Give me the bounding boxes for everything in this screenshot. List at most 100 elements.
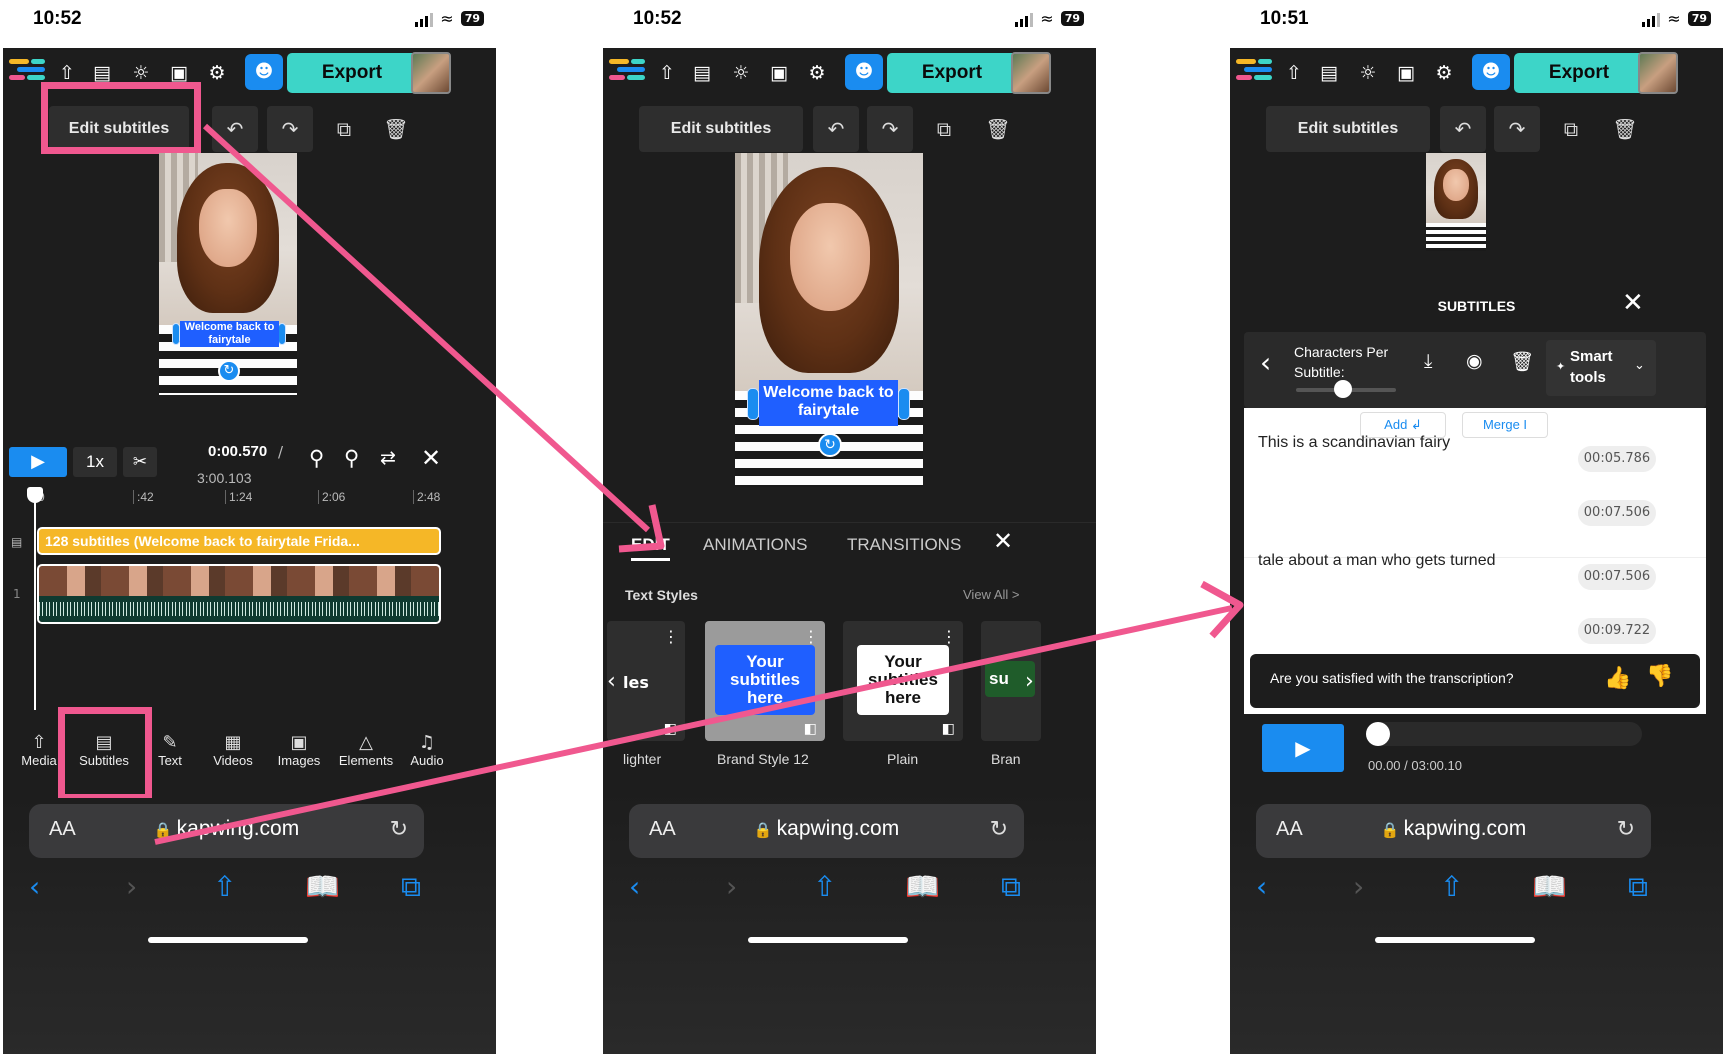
export-button[interactable]: Export	[1514, 53, 1644, 93]
avatar[interactable]	[1011, 52, 1051, 94]
text-tool[interactable]: ✎ Text	[145, 732, 195, 768]
share-icon[interactable]: ⇧	[213, 870, 236, 903]
undo-icon[interactable]: ↶	[1440, 106, 1486, 152]
forward-icon[interactable]: ›	[1353, 870, 1364, 903]
view-all-link[interactable]: View All >	[963, 587, 1020, 602]
video-track[interactable]	[37, 564, 441, 624]
subtitle-text[interactable]: This is a scandinavian fairy	[1258, 434, 1450, 452]
more-icon[interactable]: ⋮	[803, 627, 819, 646]
gear-icon[interactable]: ⚙	[203, 60, 231, 86]
back-icon[interactable]: ‹	[29, 870, 40, 903]
split-icon[interactable]: ✂	[123, 447, 157, 477]
video-preview[interactable]	[1426, 153, 1486, 251]
trash-icon[interactable]: 🗑	[975, 106, 1021, 152]
play-button[interactable]: ▶	[1262, 724, 1344, 772]
comment-icon[interactable]: ▣	[1392, 60, 1420, 86]
chevron-right-icon[interactable]: ›	[1025, 669, 1034, 694]
style-card[interactable]: Your subtitles here ⋮ ◧	[843, 621, 963, 741]
hide-icon[interactable]: ◉	[1466, 350, 1483, 372]
smart-tools-button[interactable]: ✦ Smart tools ⌄	[1546, 340, 1656, 396]
chars-slider[interactable]	[1296, 380, 1396, 398]
forward-icon[interactable]: ›	[726, 870, 737, 903]
more-icon[interactable]: ⋮	[663, 627, 679, 646]
close-timeline-icon[interactable]: ✕	[421, 444, 441, 472]
lightbulb-icon[interactable]: ☼	[1354, 60, 1382, 86]
kapwing-logo-icon[interactable]	[609, 59, 647, 87]
back-icon[interactable]: ‹	[1260, 346, 1271, 379]
more-icon[interactable]: ⋮	[941, 627, 957, 646]
progress-track[interactable]	[1366, 722, 1642, 746]
caption-icon[interactable]: ▤	[688, 60, 716, 86]
export-button[interactable]: Export	[287, 53, 417, 93]
upload-icon[interactable]: ⇧	[1280, 60, 1308, 86]
address-bar[interactable]: AA 🔒 kapwing.com ↻	[29, 804, 424, 858]
redo-icon[interactable]: ↷	[267, 106, 313, 152]
address-bar[interactable]: AA 🔒 kapwing.com ↻	[1256, 804, 1651, 858]
chevron-left-icon[interactable]: ‹	[607, 669, 616, 694]
tab-transitions[interactable]: TRANSITIONS	[847, 535, 961, 555]
thumbs-down-icon[interactable]: 👎	[1646, 664, 1673, 689]
edit-subtitles-button[interactable]: Edit subtitles	[639, 106, 803, 152]
trash-icon[interactable]: 🗑	[373, 106, 419, 152]
tab-edit[interactable]: EDIT	[631, 535, 670, 561]
duplicate-icon[interactable]: ⧉	[321, 106, 367, 152]
forward-icon[interactable]: ›	[126, 870, 137, 903]
avatar[interactable]	[411, 52, 451, 94]
gear-icon[interactable]: ⚙	[803, 60, 831, 86]
reload-icon[interactable]: ↻	[1617, 816, 1635, 842]
trash-icon[interactable]: 🗑	[1510, 350, 1534, 373]
zoom-in-icon[interactable]: ⚲	[344, 446, 359, 470]
comment-icon[interactable]: ▣	[765, 60, 793, 86]
chars-slider-thumb[interactable]	[1334, 380, 1352, 398]
tabs-icon[interactable]: ⧉	[401, 870, 421, 904]
share-icon[interactable]: ⇧	[813, 870, 836, 903]
swap-icon[interactable]: ⇄	[380, 447, 396, 469]
avatar[interactable]	[1638, 52, 1678, 94]
thumbs-up-icon[interactable]: 👍	[1604, 666, 1631, 691]
kapwing-logo-icon[interactable]	[1236, 59, 1274, 87]
progress-thumb[interactable]	[1366, 722, 1390, 746]
subtitle-track[interactable]: 128 subtitles (Welcome back to fairytale…	[37, 527, 441, 555]
audio-tool[interactable]: ♫ Audio	[403, 732, 451, 768]
export-button[interactable]: Export	[887, 53, 1017, 93]
lightbulb-icon[interactable]: ☼	[727, 60, 755, 86]
video-preview[interactable]	[159, 153, 297, 395]
undo-icon[interactable]: ↶	[813, 106, 859, 152]
add-collaborator-button[interactable]: ☻	[245, 54, 283, 90]
bookmarks-icon[interactable]: 📖	[305, 870, 340, 903]
tab-animations[interactable]: ANIMATIONS	[703, 535, 808, 555]
style-card[interactable]: les ⋮ ◧	[607, 621, 685, 741]
zoom-out-icon[interactable]: ⚲	[309, 446, 324, 470]
rotate-icon[interactable]: ↻	[218, 360, 240, 382]
duplicate-icon[interactable]: ⧉	[1548, 106, 1594, 152]
tabs-icon[interactable]: ⧉	[1001, 870, 1021, 904]
back-icon[interactable]: ‹	[1256, 870, 1267, 903]
close-icon[interactable]: ✕	[1622, 288, 1644, 318]
subtitle-entry[interactable]: This is a scandinavian fairy 00:05.786 0…	[1244, 434, 1706, 558]
upload-icon[interactable]: ⇧	[653, 60, 681, 86]
start-time[interactable]: 00:07.506	[1578, 564, 1656, 590]
bookmarks-icon[interactable]: 📖	[905, 870, 940, 903]
subtitle-caption-box[interactable]: Welcome back to fairytale	[180, 321, 279, 347]
redo-icon[interactable]: ↷	[1494, 106, 1540, 152]
bookmarks-icon[interactable]: 📖	[1532, 870, 1567, 903]
reload-icon[interactable]: ↻	[990, 816, 1008, 842]
address-bar[interactable]: AA 🔒 kapwing.com ↻	[629, 804, 1024, 858]
close-icon[interactable]: ✕	[993, 527, 1013, 555]
speed-button[interactable]: 1x	[73, 447, 117, 477]
reload-icon[interactable]: ↻	[390, 816, 408, 842]
caption-icon[interactable]: ▤	[1315, 60, 1343, 86]
share-icon[interactable]: ⇧	[1440, 870, 1463, 903]
redo-icon[interactable]: ↷	[867, 106, 913, 152]
tabs-icon[interactable]: ⧉	[1628, 870, 1648, 904]
add-collaborator-button[interactable]: ☻	[845, 54, 883, 90]
edit-subtitles-button[interactable]: Edit subtitles	[1266, 106, 1430, 152]
end-time[interactable]: 00:09.722	[1578, 618, 1656, 644]
playhead[interactable]	[34, 488, 36, 710]
trash-icon[interactable]: 🗑	[1602, 106, 1648, 152]
elements-tool[interactable]: △ Elements	[331, 732, 401, 768]
playhead-handle[interactable]	[27, 487, 43, 503]
rotate-icon[interactable]: ↻	[818, 433, 842, 457]
back-icon[interactable]: ‹	[629, 870, 640, 903]
undo-icon[interactable]: ↶	[212, 106, 258, 152]
